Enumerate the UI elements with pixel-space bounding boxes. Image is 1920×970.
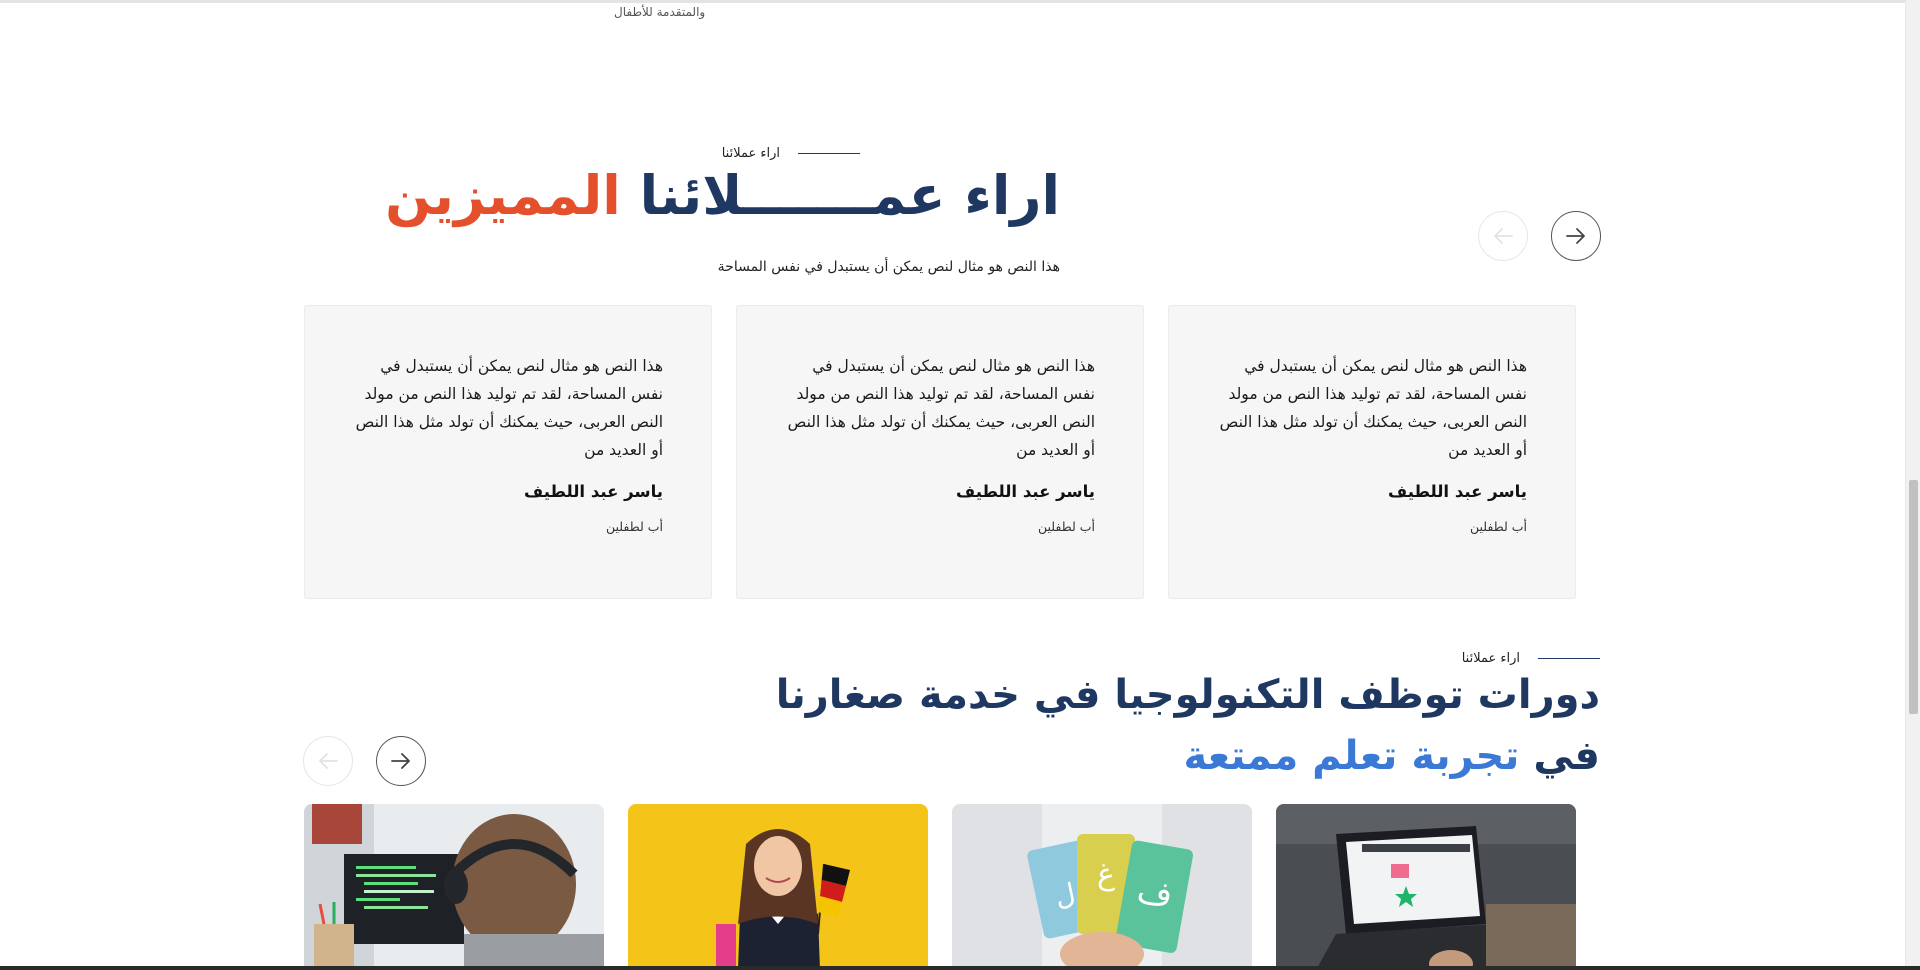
course-image-laptop[interactable] — [1276, 804, 1576, 970]
courses-title-line2: في تجربة تعلم ممتعة — [1183, 733, 1600, 779]
arrow-left-icon — [1494, 228, 1513, 244]
testimonial-role: أب لطفلين — [1469, 519, 1527, 534]
eyebrow-label: اراء عملائنا — [1461, 651, 1520, 666]
eyebrow-line — [798, 153, 860, 154]
letter-fa-glyph: ف — [1134, 871, 1176, 917]
testimonial-quote: هذا النص هو مثال لنص يمكن أن يستبدل في ن… — [787, 357, 1095, 459]
courses-title-line1: دورات توظف التكنولوجيا في خدمة صغارنا — [775, 672, 1601, 718]
laptop-design-photo — [1276, 804, 1576, 970]
title-line2-main: في — [1533, 733, 1600, 779]
testimonials-prev-button[interactable] — [1478, 211, 1528, 261]
testimonial-role: أب لطفلين — [605, 519, 663, 534]
title-main: اراء عمـــــــلائنا — [639, 164, 1061, 227]
arabic-letter-cards-photo: ل غ ف — [952, 804, 1252, 970]
testimonial-card: هذا النص هو مثال لنص يمكن أن يستبدل في ن… — [304, 305, 712, 599]
testimonial-author: ياسر عبد اللطيف — [524, 482, 663, 501]
child-coding-photo — [304, 804, 604, 970]
testimonials-subtitle: هذا النص هو مثال لنص يمكن أن يستبدل في ن… — [717, 259, 1060, 275]
testimonial-quote: هذا النص هو مثال لنص يمكن أن يستبدل في ن… — [1219, 357, 1527, 459]
testimonial-role: أب لطفلين — [1037, 519, 1095, 534]
course-image-girl[interactable] — [628, 804, 928, 970]
arrow-left-icon — [319, 753, 338, 769]
title-line2-accent: تجربة تعلم ممتعة — [1183, 733, 1520, 779]
courses-prev-button[interactable] — [303, 736, 353, 786]
eyebrow-line — [1538, 658, 1600, 659]
window-bottom-edge — [0, 966, 1920, 970]
girl-with-flag-photo — [628, 804, 928, 970]
title-accent: المميزين — [385, 164, 622, 227]
testimonials-title: اراء عمـــــــلائنا المميزين — [385, 160, 1061, 232]
testimonial-card: هذا النص هو مثال لنص يمكن أن يستبدل في ن… — [736, 305, 1144, 599]
page-scrollbar[interactable] — [1905, 0, 1920, 966]
course-image-letters[interactable]: ل غ ف — [952, 804, 1252, 970]
testimonial-quote: هذا النص هو مثال لنص يمكن أن يستبدل في ن… — [355, 357, 663, 459]
top-divider — [0, 0, 1905, 3]
testimonials-eyebrow: اراء عملائنا — [722, 146, 860, 161]
previous-section-text: والمتقدمة للأطفال — [614, 5, 706, 19]
arrow-right-icon — [391, 753, 410, 769]
scrollbar-thumb[interactable] — [1909, 480, 1918, 714]
testimonial-card: هذا النص هو مثال لنص يمكن أن يستبدل في ن… — [1168, 305, 1576, 599]
courses-eyebrow: اراء عملائنا — [1462, 651, 1600, 666]
eyebrow-label: اراء عملائنا — [721, 146, 780, 161]
course-image-coding[interactable] — [304, 804, 604, 970]
testimonial-author: ياسر عبد اللطيف — [956, 482, 1095, 501]
arrow-right-icon — [1566, 228, 1585, 244]
letter-ghain-glyph: غ — [1097, 857, 1115, 892]
courses-next-button[interactable] — [376, 736, 426, 786]
testimonial-author: ياسر عبد اللطيف — [1388, 482, 1527, 501]
testimonials-next-button[interactable] — [1551, 211, 1601, 261]
